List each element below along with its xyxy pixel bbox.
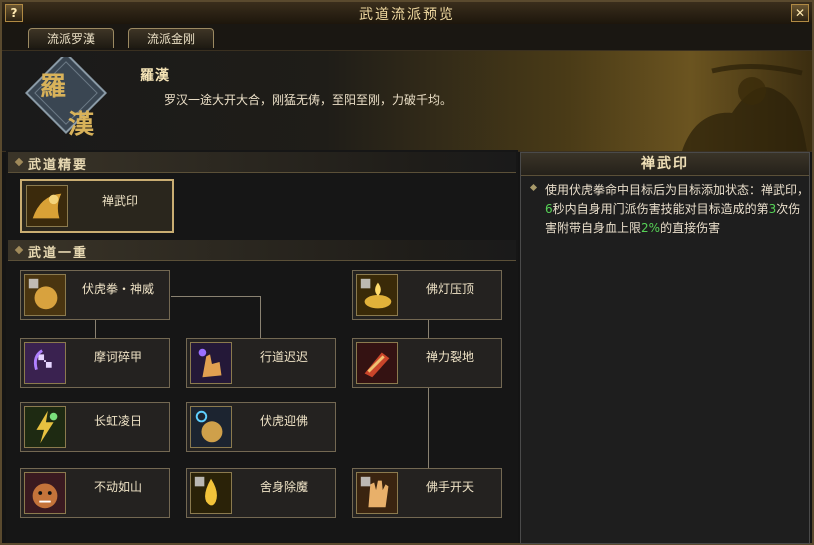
- connector-line: [95, 320, 96, 338]
- skill-name: 摩诃碎甲: [93, 350, 142, 364]
- skill-name: 佛灯压顶: [425, 282, 474, 296]
- skill-card[interactable]: 伏虎迎佛: [186, 402, 336, 452]
- detail-bullet-icon: [529, 183, 538, 192]
- fist-icon: [190, 406, 232, 448]
- skill-name: 禅力裂地: [425, 350, 474, 364]
- section-bullet-icon: [14, 157, 24, 167]
- banner-monk-art-icon: [682, 64, 807, 151]
- skill-card[interactable]: 舍身除魔: [186, 468, 336, 518]
- school-emblem-icon: 羅 漢: [24, 57, 108, 140]
- skill-card[interactable]: 佛灯压顶: [352, 270, 502, 320]
- martial-school-preview-window: ? 武道流派预览 ✕ 流派罗漢 流派金刚 羅 漢 羅漢 罗汉一途大开大合，刚猛无…: [0, 0, 814, 545]
- skill-card[interactable]: 禅力裂地: [352, 338, 502, 388]
- connector-line: [260, 296, 261, 338]
- skill-card[interactable]: 伏虎拳・神威: [20, 270, 170, 320]
- skill-card[interactable]: 行道迟迟: [186, 338, 336, 388]
- palm-icon: [190, 342, 232, 384]
- skill-name: 行道迟迟: [259, 350, 308, 364]
- close-button[interactable]: ✕: [791, 4, 809, 22]
- skill-card[interactable]: 佛手开天: [352, 468, 502, 518]
- lightning-icon: [24, 406, 66, 448]
- skill-name: 伏虎拳・神威: [81, 282, 154, 296]
- section-tier1-title: 武道一重: [28, 246, 89, 261]
- lamp-icon: [356, 274, 398, 316]
- tab-luohan[interactable]: 流派罗漢: [28, 28, 114, 48]
- skill-card[interactable]: 摩诃碎甲: [20, 338, 170, 388]
- detail-highlight: 2%: [641, 221, 661, 235]
- skill-detail-panel: 禅武印 使用伏虎拳命中目标后为目标添加状态：禅武印， 6秒内自身用门派伤害技能对目…: [520, 152, 810, 544]
- window-title: 武道流派预览: [359, 7, 455, 23]
- section-essentials-title: 武道精要: [28, 158, 89, 173]
- school-name: 羅漢: [140, 68, 170, 84]
- skill-detail-title: 禅武印: [521, 153, 809, 176]
- detail-text: 秒内自身用门派伤害技能对目标造成的第: [552, 202, 769, 216]
- school-tabs: 流派罗漢 流派金刚: [2, 24, 812, 50]
- swastika-icon: [24, 342, 66, 384]
- essential-skill-card[interactable]: 禅武印: [20, 179, 174, 233]
- skill-name: 伏虎迎佛: [259, 414, 308, 428]
- detail-text: 使用伏虎拳命中目标后为目标添加状态：禅武印，: [545, 183, 810, 197]
- skill-card[interactable]: 不动如山: [20, 468, 170, 518]
- skill-name: 舍身除魔: [259, 480, 308, 494]
- section-bullet-icon: [14, 245, 24, 255]
- connector-line: [171, 296, 260, 297]
- emblem-char-top: 羅: [40, 72, 66, 102]
- arm-icon: [356, 342, 398, 384]
- hand-icon: [356, 472, 398, 514]
- detail-text: 的直接伤害: [660, 221, 721, 235]
- section-tier1: 武道一重: [8, 240, 516, 261]
- tiger-icon: [24, 472, 66, 514]
- skill-name: 长虹凌日: [93, 414, 142, 428]
- school-banner: 羅 漢 羅漢 罗汉一途大开大合，刚猛无俦，至阳至刚，力破千均。: [2, 50, 812, 152]
- skill-card[interactable]: 长虹凌日: [20, 402, 170, 452]
- skill-detail-description: 使用伏虎拳命中目标后为目标添加状态：禅武印， 6秒内自身用门派伤害技能对目标造成的…: [545, 181, 811, 238]
- fist-icon: [24, 274, 66, 316]
- flame-icon: [190, 472, 232, 514]
- connector-line: [428, 320, 429, 338]
- school-description: 罗汉一途大开大合，刚猛无俦，至阳至刚，力破千均。: [164, 93, 453, 107]
- essential-skill-name: 禅武印: [101, 194, 138, 208]
- fist-gold-icon: [26, 185, 68, 227]
- tab-jingang[interactable]: 流派金刚: [128, 28, 214, 48]
- emblem-char-bottom: 漢: [68, 110, 95, 140]
- connector-line: [428, 386, 429, 468]
- skill-name: 不动如山: [93, 480, 142, 494]
- detail-highlight: 6: [545, 202, 553, 216]
- left-panel: 武道精要 禅武印 武道一重 伏虎拳・神威 摩诃碎甲 长虹凌日 不动如山 行道迟迟…: [6, 150, 518, 543]
- title-bar: ? 武道流派预览 ✕: [2, 2, 812, 25]
- section-essentials: 武道精要: [8, 152, 516, 173]
- skill-name: 佛手开天: [425, 480, 474, 494]
